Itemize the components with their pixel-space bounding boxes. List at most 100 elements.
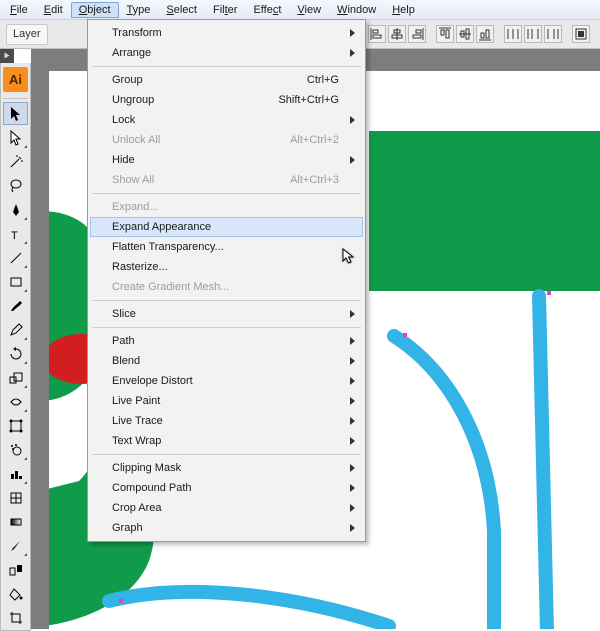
menuitem-slice[interactable]: Slice — [90, 304, 363, 324]
align-icons-group — [368, 25, 594, 43]
distribute-h3-icon[interactable] — [544, 25, 562, 43]
menuitem-clipping-mask[interactable]: Clipping Mask — [90, 458, 363, 478]
layer-name-label: Layer — [13, 28, 41, 40]
menu-window[interactable]: Window — [329, 2, 384, 18]
menuitem-label: Crop Area — [112, 502, 162, 514]
submenu-arrow-icon — [350, 464, 355, 472]
gradient-tool[interactable] — [3, 510, 28, 533]
menuitem-path[interactable]: Path — [90, 331, 363, 351]
eyedropper-tool[interactable] — [3, 534, 28, 557]
crop-area-tool[interactable] — [3, 606, 28, 629]
menuitem-group[interactable]: GroupCtrl+G — [90, 70, 363, 90]
menuitem-label: Expand... — [112, 201, 158, 213]
distribute-h2-icon[interactable] — [524, 25, 542, 43]
scale-tool[interactable] — [3, 366, 28, 389]
submenu-arrow-icon — [350, 377, 355, 385]
rectangle-tool[interactable] — [3, 270, 28, 293]
align-hcenter-icon[interactable] — [388, 25, 406, 43]
magic-wand-tool[interactable] — [3, 150, 28, 173]
collapsed-panel-tab[interactable] — [0, 49, 14, 63]
mouse-cursor-icon — [342, 248, 356, 269]
menu-help[interactable]: Help — [384, 2, 423, 18]
menuitem-rasterize[interactable]: Rasterize... — [90, 257, 363, 277]
type-tool[interactable]: T — [3, 222, 28, 245]
rotate-tool[interactable] — [3, 342, 28, 365]
menuitem-create-gradient-mesh: Create Gradient Mesh... — [90, 277, 363, 297]
lasso-tool[interactable] — [3, 174, 28, 197]
submenu-arrow-icon — [350, 49, 355, 57]
symbol-sprayer-tool[interactable] — [3, 438, 28, 461]
menuitem-flatten-transparency[interactable]: Flatten Transparency... — [90, 237, 363, 257]
anchor-point[interactable] — [403, 333, 407, 337]
menuitem-label: Compound Path — [112, 482, 192, 494]
menuitem-compound-path[interactable]: Compound Path — [90, 478, 363, 498]
menuitem-label: Unlock All — [112, 134, 160, 146]
menu-effect[interactable]: Effect — [245, 2, 289, 18]
pencil-tool[interactable] — [3, 318, 28, 341]
menuitem-label: Live Paint — [112, 395, 160, 407]
align-bottom-icon[interactable] — [476, 25, 494, 43]
mesh-tool[interactable] — [3, 486, 28, 509]
layer-name-field[interactable]: Layer — [6, 24, 48, 45]
menuitem-ungroup[interactable]: UngroupShift+Ctrl+G — [90, 90, 363, 110]
menuitem-label: Arrange — [112, 47, 151, 59]
submenu-arrow-icon — [350, 484, 355, 492]
menu-separator — [92, 66, 361, 67]
menuitem-live-trace[interactable]: Live Trace — [90, 411, 363, 431]
align-left-icon[interactable] — [368, 25, 386, 43]
selection-tool[interactable] — [3, 102, 28, 125]
toolbox-panel: Ai T — [0, 63, 31, 631]
menuitem-shortcut: Ctrl+G — [307, 74, 339, 86]
distribute-h1-icon[interactable] — [504, 25, 522, 43]
submenu-arrow-icon — [350, 337, 355, 345]
object-menu-dropdown: Transform Arrange GroupCtrl+GUngroupShift+… — [87, 19, 366, 542]
align-right-icon[interactable] — [408, 25, 426, 43]
menu-object[interactable]: Object — [71, 2, 119, 18]
pen-tool[interactable] — [3, 198, 28, 221]
submenu-arrow-icon — [350, 524, 355, 532]
menu-select[interactable]: Select — [158, 2, 205, 18]
align-top-icon[interactable] — [436, 25, 454, 43]
menuitem-label: Text Wrap — [112, 435, 161, 447]
menu-separator — [92, 193, 361, 194]
submenu-arrow-icon — [350, 116, 355, 124]
menuitem-lock[interactable]: Lock — [90, 110, 363, 130]
anchor-point[interactable] — [547, 291, 551, 295]
menuitem-hide[interactable]: Hide — [90, 150, 363, 170]
menuitem-transform[interactable]: Transform — [90, 23, 363, 43]
live-paint-bucket-tool[interactable] — [3, 582, 28, 605]
menu-view[interactable]: View — [289, 2, 329, 18]
warp-tool[interactable] — [3, 390, 28, 413]
menuitem-label: Live Trace — [112, 415, 163, 427]
menuitem-arrange[interactable]: Arrange — [90, 43, 363, 63]
free-transform-tool[interactable] — [3, 414, 28, 437]
direct-selection-tool[interactable] — [3, 126, 28, 149]
menuitem-label: Ungroup — [112, 94, 154, 106]
menuitem-envelope-distort[interactable]: Envelope Distort — [90, 371, 363, 391]
menuitem-graph[interactable]: Graph — [90, 518, 363, 538]
menu-type[interactable]: Type — [119, 2, 159, 18]
menuitem-label: Envelope Distort — [112, 375, 193, 387]
align-to-artboard-icon[interactable] — [572, 25, 590, 43]
menuitem-label: Rasterize... — [112, 261, 168, 273]
paintbrush-tool[interactable] — [3, 294, 28, 317]
menuitem-live-paint[interactable]: Live Paint — [90, 391, 363, 411]
line-segment-tool[interactable] — [3, 246, 28, 269]
blend-tool[interactable] — [3, 558, 28, 581]
menuitem-unlock-all: Unlock All Alt+Ctrl+2 — [90, 130, 363, 150]
menu-file[interactable]: File — [2, 2, 36, 18]
menuitem-blend[interactable]: Blend — [90, 351, 363, 371]
submenu-arrow-icon — [350, 417, 355, 425]
menuitem-label: Clipping Mask — [112, 462, 181, 474]
menuitem-shortcut: Alt+Ctrl+2 — [290, 134, 339, 146]
menuitem-crop-area[interactable]: Crop Area — [90, 498, 363, 518]
menu-edit[interactable]: Edit — [36, 2, 71, 18]
anchor-point[interactable] — [119, 599, 123, 603]
align-vcenter-icon[interactable] — [456, 25, 474, 43]
submenu-arrow-icon — [350, 29, 355, 37]
menuitem-text-wrap[interactable]: Text Wrap — [90, 431, 363, 451]
menu-filter[interactable]: Filter — [205, 2, 245, 18]
menuitem-expand-appearance[interactable]: Expand Appearance — [90, 217, 363, 237]
menubar: FileEditObjectTypeSelectFilterEffectView… — [0, 0, 600, 20]
column-graph-tool[interactable] — [3, 462, 28, 485]
